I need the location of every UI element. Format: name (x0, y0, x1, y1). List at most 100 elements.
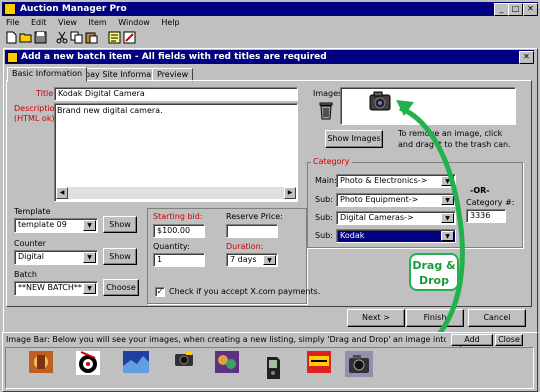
xcom-label: Check if you accept X.com payments. (169, 287, 321, 296)
tab-strip: Basic Information Ebay Site Information … (7, 67, 527, 82)
maximize-button[interactable]: □ (508, 3, 523, 16)
paste-icon[interactable] (85, 31, 99, 44)
save-icon[interactable] (34, 31, 48, 44)
xcom-checkbox[interactable]: ✓ (155, 287, 165, 297)
dialog-title: Add a new batch item - All fields with r… (21, 52, 327, 62)
counter-value: Digital (18, 252, 44, 261)
dialog-icon (7, 51, 18, 63)
callout-line-2: Drop (419, 274, 449, 287)
menu-item[interactable]: Item (89, 18, 107, 27)
trash-can-icon[interactable] (319, 100, 333, 120)
minimize-button[interactable]: _ (494, 3, 509, 16)
dialog-close-button[interactable]: ✕ (519, 51, 534, 64)
main-category-value: Photo & Electronics-> (340, 176, 428, 185)
sub-category-2-select[interactable]: Digital Cameras-> ▼ (336, 211, 456, 225)
images-dropzone[interactable] (340, 87, 516, 125)
main-label: Main: (315, 176, 337, 185)
image-bar-text: Image Bar: Below you will see your image… (6, 335, 446, 344)
description-scrollbar[interactable]: ◀ ▶ (56, 187, 296, 199)
quantity-input[interactable]: 1 (153, 253, 205, 267)
next-button[interactable]: Next > (347, 309, 405, 327)
add-image-button[interactable]: Add Image (451, 334, 493, 354)
or-label: -OR- (470, 186, 490, 195)
scroll-right-arrow[interactable]: ▶ (284, 187, 296, 199)
scroll-left-arrow[interactable]: ◀ (56, 187, 68, 199)
batch-select[interactable]: **NEW BATCH** ▼ (14, 281, 98, 296)
duration-select[interactable]: 7 days ▼ (226, 253, 278, 267)
menu-window[interactable]: Window (118, 18, 150, 27)
batch-value: **NEW BATCH** (18, 283, 82, 292)
new-file-icon[interactable] (4, 31, 18, 44)
copy-icon[interactable] (70, 31, 84, 44)
duration-label: Duration: (226, 242, 264, 251)
sub1-label: Sub: (315, 195, 333, 204)
open-folder-icon[interactable] (19, 31, 33, 44)
drag-drop-callout: Drag & Drop (409, 253, 459, 291)
reserve-price-label: Reserve Price: (226, 212, 283, 221)
camera-image[interactable] (368, 90, 392, 112)
counter-show-button[interactable]: Show (103, 248, 137, 265)
template-select[interactable]: template 09 ▼ (14, 218, 98, 233)
chevron-down-icon[interactable]: ▼ (83, 283, 96, 294)
starting-bid-label: Starting bid: (153, 212, 203, 221)
app-icon (4, 3, 16, 15)
thumbnail-image[interactable] (75, 350, 101, 376)
chevron-down-icon[interactable]: ▼ (263, 255, 276, 265)
menu-view[interactable]: View (58, 18, 77, 27)
chevron-down-icon[interactable]: ▼ (83, 252, 96, 263)
counter-select[interactable]: Digital ▼ (14, 250, 98, 265)
sub2-label: Sub: (315, 213, 333, 222)
menu-edit[interactable]: Edit (31, 18, 47, 27)
title-input[interactable]: Kodak Digital Camera (54, 87, 298, 101)
chevron-down-icon[interactable]: ▼ (83, 220, 96, 231)
finish-button[interactable]: Finish (406, 309, 464, 327)
title-label: Title (36, 89, 54, 98)
sub-category-2-value: Digital Cameras-> (340, 213, 414, 222)
menu-help[interactable]: Help (161, 18, 179, 27)
thumbnail-image[interactable] (122, 350, 150, 374)
image-bar-close-button[interactable]: Close (495, 334, 523, 346)
show-images-button[interactable]: Show Images (325, 130, 383, 148)
tab-basic-information[interactable]: Basic Information (7, 67, 88, 82)
thumbnail-image[interactable] (344, 350, 374, 378)
chevron-down-icon[interactable]: ▼ (441, 231, 454, 241)
sub-category-3-select[interactable]: Kodak ▼ (336, 229, 456, 243)
thumbnail-image[interactable] (306, 350, 332, 374)
description-label: Description (14, 104, 60, 113)
close-button[interactable]: ✕ (523, 3, 538, 16)
notes-icon[interactable] (108, 31, 122, 44)
sub-category-3-value: Kodak (340, 231, 365, 240)
menu-file[interactable]: File (6, 18, 19, 27)
starting-bid-input[interactable]: $100.00 (153, 224, 205, 238)
template-value: template 09 (18, 220, 67, 229)
thumbnail-image[interactable] (174, 351, 194, 367)
chevron-down-icon[interactable]: ▼ (441, 176, 454, 186)
cancel-button[interactable]: Cancel (468, 309, 526, 327)
description-text: Brand new digital camera. (57, 106, 163, 115)
chevron-down-icon[interactable]: ▼ (441, 213, 454, 223)
quantity-label: Quantity: (153, 242, 190, 251)
thumbnail-image[interactable] (28, 350, 54, 374)
app-titlebar: Auction Manager Pro (2, 2, 538, 16)
wizard-icon[interactable] (123, 31, 137, 44)
toolbar (2, 30, 538, 46)
batch-choose-button[interactable]: Choose (103, 279, 139, 296)
callout-line-1: Drag & (412, 259, 456, 272)
main-category-select[interactable]: Photo & Electronics-> ▼ (336, 174, 456, 188)
thumbnail-image[interactable] (264, 356, 282, 380)
category-number-input[interactable]: 3336 (466, 209, 506, 223)
sub-category-1-value: Photo Equipment-> (340, 195, 419, 204)
thumbnail-image[interactable] (214, 350, 240, 374)
category-label: Category (311, 157, 352, 166)
chevron-down-icon[interactable]: ▼ (441, 195, 454, 205)
cut-icon[interactable] (55, 31, 69, 44)
sub-category-1-select[interactable]: Photo Equipment-> ▼ (336, 193, 456, 207)
reserve-price-input[interactable] (226, 224, 278, 238)
template-show-button[interactable]: Show (103, 216, 137, 233)
dialog-titlebar: Add a new batch item - All fields with r… (5, 50, 534, 64)
batch-label: Batch (14, 270, 37, 279)
duration-value: 7 days (230, 255, 257, 264)
images-hint: To remove an image, click and drag it to… (398, 129, 511, 149)
template-label: Template (14, 207, 51, 216)
description-note: (HTML ok) (14, 114, 55, 123)
